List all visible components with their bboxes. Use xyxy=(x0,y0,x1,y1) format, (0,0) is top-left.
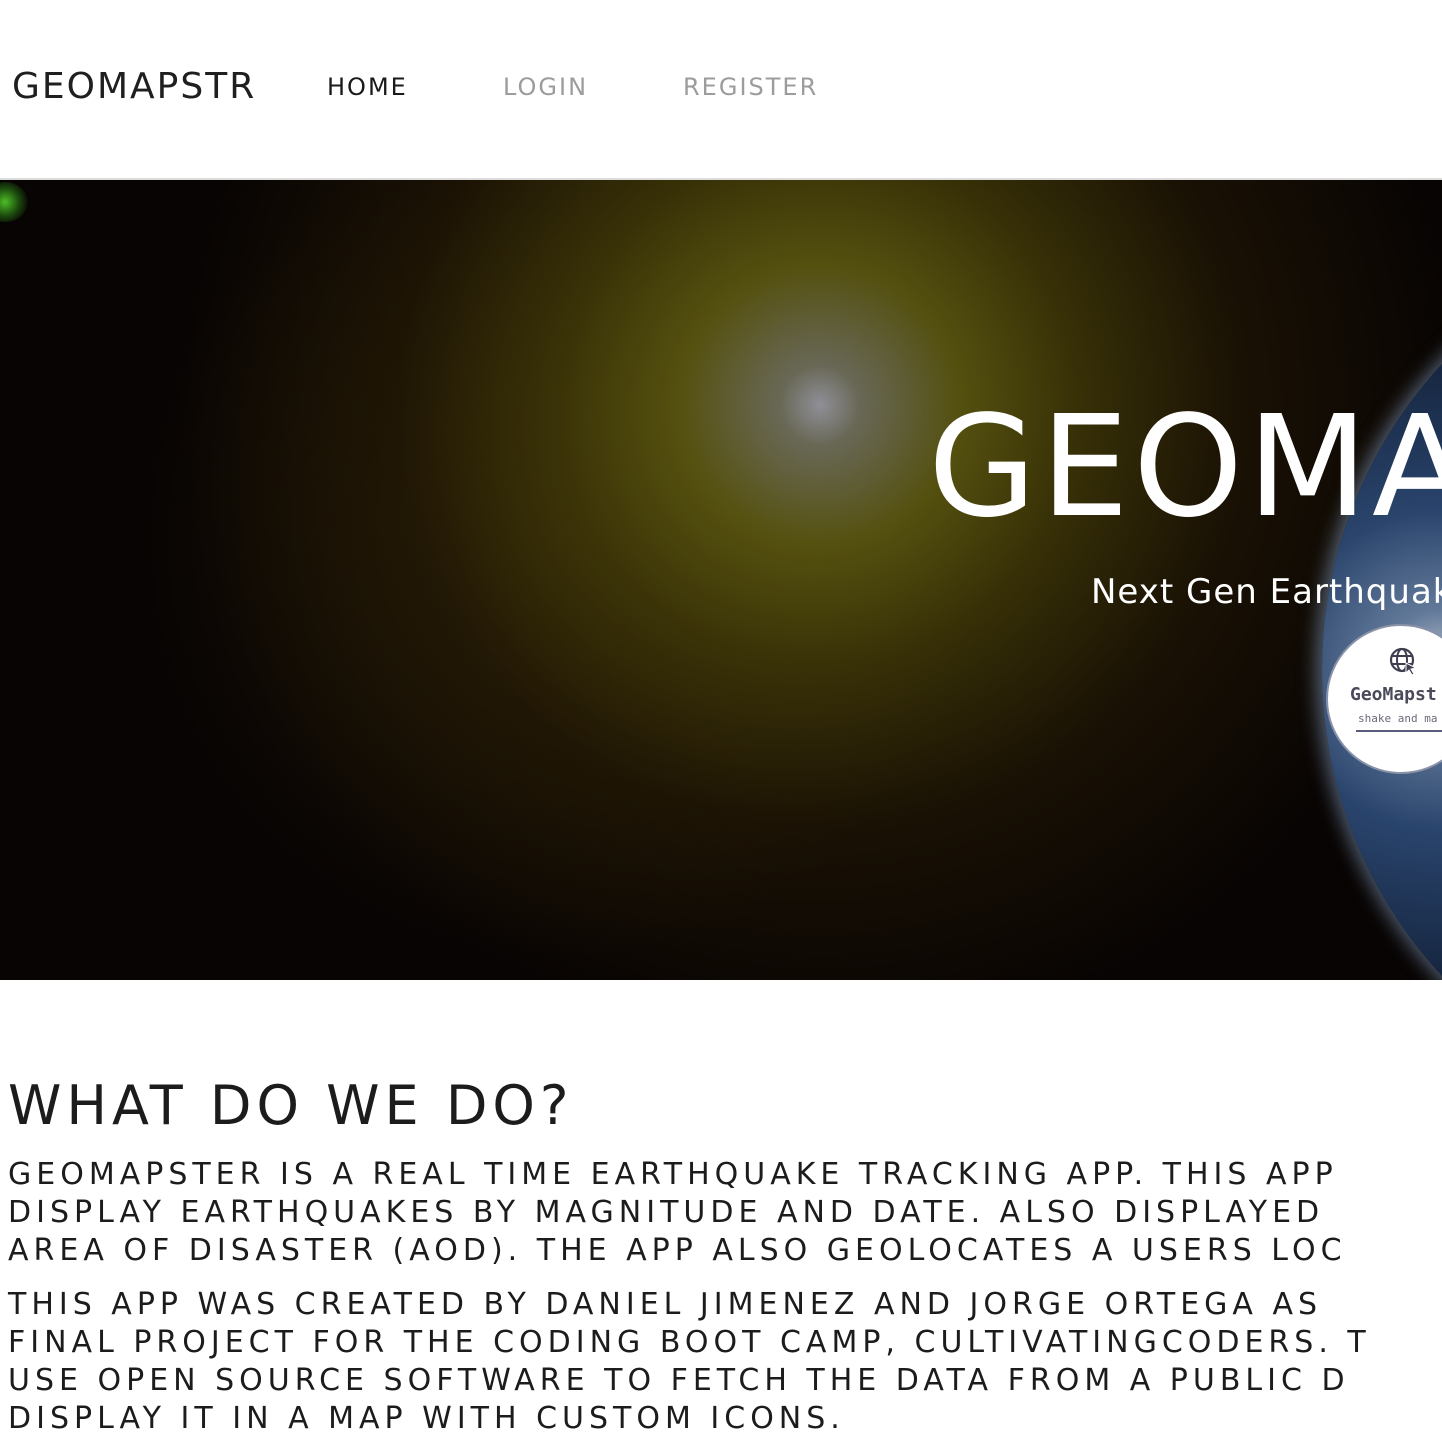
about-heading: WHAT DO WE DO? xyxy=(8,1074,574,1137)
logo-name: GeoMapst xyxy=(1350,684,1437,705)
logo-divider xyxy=(1356,730,1442,732)
about-paragraph-2: THIS APP WAS CREATED BY DANIEL JIMENEZ A… xyxy=(8,1286,1442,1438)
globe-cursor-icon xyxy=(1389,647,1418,676)
hero-title: GEOMA xyxy=(928,386,1442,549)
paragraph-line: USE OPEN SOURCE SOFTWARE TO FETCH THE DA… xyxy=(8,1363,1350,1398)
about-section: WHAT DO WE DO? GEOMAPSTER IS A REAL TIME… xyxy=(0,980,1442,1442)
paragraph-line: THIS APP WAS CREATED BY DANIEL JIMENEZ A… xyxy=(8,1287,1323,1322)
paragraph-line: AREA OF DISASTER (AOD). THE APP ALSO GEO… xyxy=(8,1233,1347,1268)
hero-banner: GEOMA Next Gen Earthquak GeoMapst shake … xyxy=(0,180,1442,980)
paragraph-line: DISPLAY EARTHQUAKES BY MAGNITUDE AND DAT… xyxy=(8,1195,1325,1230)
nav-link-register[interactable]: REGISTER xyxy=(683,73,818,101)
nav-link-home[interactable]: HOME xyxy=(327,73,408,101)
paragraph-line: DISPLAY IT IN A MAP WITH CUSTOM ICONS. xyxy=(8,1401,845,1436)
logo-tagline: shake and ma xyxy=(1358,712,1438,725)
hero-subtitle: Next Gen Earthquak xyxy=(1091,572,1442,612)
brand-logo-link[interactable]: GEOMAPSTR xyxy=(12,67,256,107)
paragraph-line: FINAL PROJECT FOR THE CODING BOOT CAMP, … xyxy=(8,1325,1371,1360)
paragraph-line: GEOMAPSTER IS A REAL TIME EARTHQUAKE TRA… xyxy=(8,1157,1338,1192)
navbar: GEOMAPSTR HOME LOGIN REGISTER xyxy=(0,0,1442,180)
about-paragraph-1: GEOMAPSTER IS A REAL TIME EARTHQUAKE TRA… xyxy=(8,1156,1442,1270)
nav-link-login[interactable]: LOGIN xyxy=(503,73,588,101)
